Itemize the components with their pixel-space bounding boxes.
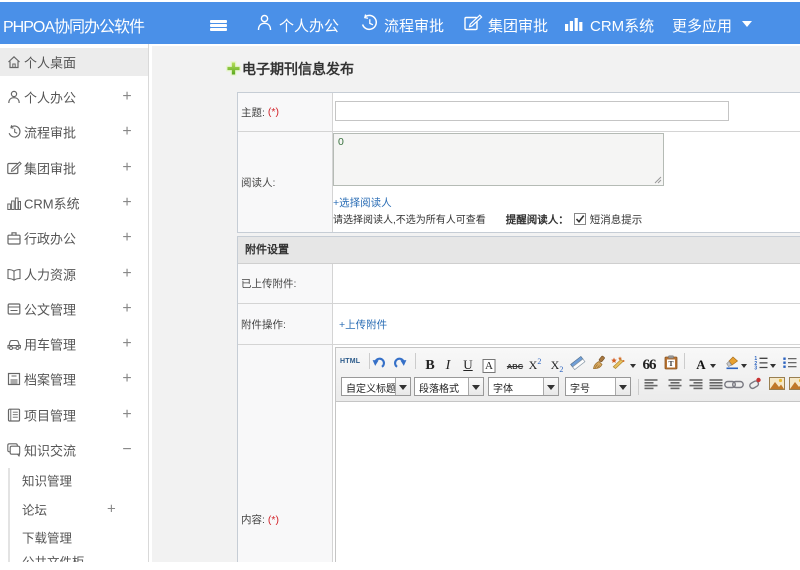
svg-text:T: T bbox=[668, 359, 673, 368]
svg-text:3: 3 bbox=[754, 365, 757, 369]
